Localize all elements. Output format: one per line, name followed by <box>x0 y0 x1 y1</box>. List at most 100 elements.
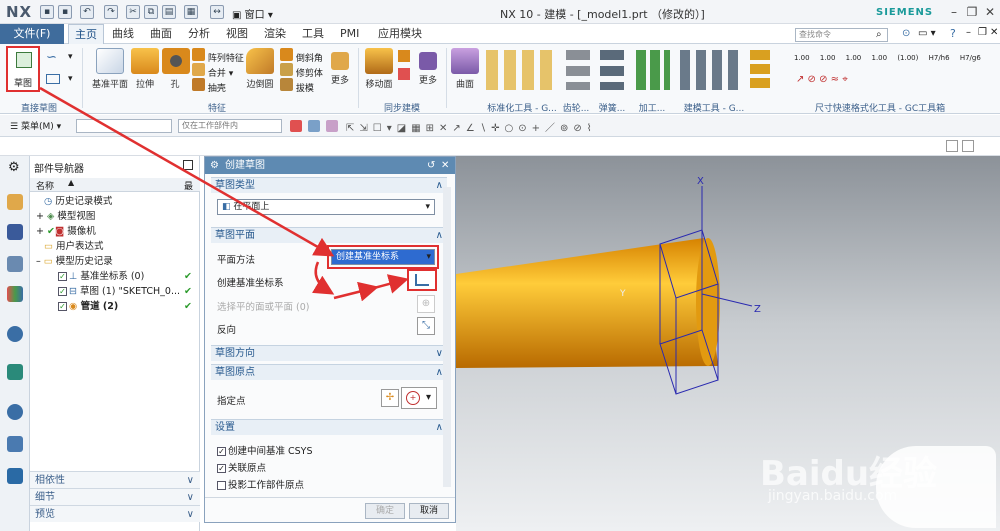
undo-icon[interactable]: ↶ <box>80 5 94 19</box>
section-settings[interactable]: 设置 ∧ <box>211 419 447 435</box>
tree-item-datum-csys[interactable]: ✓ ⊥ 基准坐标系 (0) ✔ <box>34 269 200 284</box>
type-filter-select[interactable] <box>76 119 172 133</box>
move-face-button[interactable]: 移动面 <box>362 48 396 90</box>
tree-item-model-history[interactable]: – ▭ 模型历史记录 <box>34 254 200 269</box>
redo-icon[interactable]: ↷ <box>104 5 118 19</box>
unite-button[interactable]: 合并 ▾ <box>192 63 244 79</box>
replace-face-icon[interactable] <box>398 50 410 62</box>
toolbar-options-icon[interactable] <box>962 140 974 152</box>
command-search-input[interactable]: 查找命令 <box>795 28 888 42</box>
doc-close-icon[interactable]: ✕ <box>990 27 998 38</box>
help-icon[interactable]: ⊙ <box>902 28 910 39</box>
point-type-select[interactable]: + ▾ <box>401 387 437 409</box>
settings-gear-icon[interactable]: ⚙ <box>8 160 20 175</box>
web-browser-icon[interactable] <box>7 364 23 380</box>
graphics-viewport[interactable]: X Z Y Baidu经验 jingyan.baidu.com <box>456 156 1000 531</box>
toolbar-layout-icon[interactable] <box>946 140 958 152</box>
checkbox-icon[interactable]: ✓ <box>217 447 226 456</box>
shell-button[interactable]: 抽壳 <box>192 78 244 94</box>
reuse-library-icon[interactable] <box>7 286 23 302</box>
setting-associate-origin[interactable]: ✓ 关联原点 <box>217 460 266 474</box>
file-menu-tab[interactable]: 文件(F) <box>0 24 64 44</box>
section-sketch-origin[interactable]: 草图原点 ∧ <box>211 364 447 380</box>
checkbox-icon[interactable]: ✓ <box>217 464 226 473</box>
hd3d-tools-icon[interactable] <box>7 326 23 342</box>
tab-pmi[interactable]: PMI <box>334 24 365 44</box>
dim-format-6[interactable]: H7/h6 <box>929 54 950 62</box>
snap-icon[interactable] <box>326 120 338 132</box>
section-sketch-plane[interactable]: 草图平面 ∧ <box>211 227 447 243</box>
deselect-icon[interactable] <box>308 120 320 132</box>
rectangle-icon[interactable] <box>46 74 60 84</box>
section-sketch-orientation[interactable]: 草图方向 ∨ <box>211 345 447 361</box>
assembly-navigator-icon[interactable] <box>7 194 23 210</box>
dim-format-2[interactable]: 1.00 <box>820 54 836 62</box>
snap-point-icons[interactable]: ⇱⇲☐▾◪▦⊞✕↗∠∖✛○⊙+／⊚⊘⌇ <box>346 119 597 134</box>
setting-create-intermediate-csys[interactable]: ✓ 创建中间基准 CSYS <box>217 443 313 457</box>
history-icon[interactable] <box>7 404 23 420</box>
tab-view[interactable]: 视图 <box>220 24 254 44</box>
tab-tools[interactable]: 工具 <box>296 24 330 44</box>
draft-button[interactable]: 拔模 <box>280 78 323 94</box>
restore-icon[interactable]: ❐ <box>964 4 980 20</box>
trim-body-button[interactable]: 修剪体 <box>280 63 323 79</box>
tree-item-cameras[interactable]: + ✔◙ 摄像机 <box>34 224 200 239</box>
point-dialog-icon[interactable]: ✢ <box>381 389 399 407</box>
paste-icon[interactable]: ▤ <box>162 5 176 19</box>
constraint-navigator-icon[interactable] <box>7 224 23 240</box>
touch-mode-icon[interactable]: ↔ <box>210 5 224 19</box>
edge-blend-button[interactable]: 边倒圆 <box>244 48 276 90</box>
delete-face-icon[interactable] <box>398 68 410 80</box>
column-latest[interactable]: 最 <box>184 179 193 192</box>
setting-project-work-part-origin[interactable]: 投影工作部件原点 <box>217 477 304 491</box>
dialog-scrollbar[interactable] <box>443 187 451 487</box>
modeling-tools-icons[interactable] <box>680 50 740 90</box>
dim-format-4[interactable]: 1.00 <box>871 54 887 62</box>
tab-applications[interactable]: 应用模块 <box>372 24 428 44</box>
repeat-command-icon[interactable]: ▦ <box>184 5 198 19</box>
tube-end-face[interactable] <box>696 238 720 366</box>
sort-ascending-icon[interactable]: ▲ <box>68 178 74 187</box>
info-icon[interactable]: ? <box>950 27 956 40</box>
close-icon[interactable]: ✕ <box>982 4 998 20</box>
checkbox-icon[interactable]: ✓ <box>58 287 67 296</box>
panel-dependencies[interactable]: 相依性 ∨ <box>30 471 200 488</box>
datum-plane-button[interactable]: 基准平面 <box>90 48 130 90</box>
extrude-button[interactable]: 拉伸 <box>130 48 160 90</box>
minimize-icon[interactable]: – <box>946 4 962 20</box>
save-icon[interactable]: ▪ <box>40 5 54 19</box>
tab-surface[interactable]: 曲面 <box>144 24 178 44</box>
spring-tools-icons[interactable] <box>600 50 624 90</box>
tree-item-user-expressions[interactable]: ▭ 用户表达式 <box>34 239 200 254</box>
feature-more-button[interactable]: 更多 <box>326 48 354 86</box>
machining-tools-icons[interactable] <box>636 50 670 90</box>
system-materials-icon[interactable] <box>7 436 23 452</box>
panel-details[interactable]: 细节 ∨ <box>30 488 200 505</box>
sketch-button[interactable]: 草图 <box>6 46 40 92</box>
navigator-pin-icon[interactable] <box>183 160 193 170</box>
doc-restore-icon[interactable]: ❐ <box>978 27 987 38</box>
ribbon-options-icon[interactable]: ▭ ▾ <box>918 28 936 39</box>
dialog-close-icon[interactable]: ✕ <box>441 157 449 174</box>
dimension-clear-icons[interactable]: ↗ ⊘ ⊘ ≈ ⌖ <box>796 74 848 85</box>
dim-format-7[interactable]: H7/g6 <box>960 54 981 62</box>
tube-body[interactable] <box>456 238 718 368</box>
section-sketch-type[interactable]: 草图类型 ∧ <box>211 177 447 193</box>
menu-button[interactable]: ☰ 菜单(M) ▾ <box>10 119 61 132</box>
csys-dialog-button[interactable] <box>407 269 437 291</box>
search-icon[interactable]: ⌕ <box>876 29 882 40</box>
tree-item-model-views[interactable]: + ◈ 模型视图 <box>34 209 200 224</box>
doc-minimize-icon[interactable]: – <box>966 27 971 38</box>
curve-spline-icon[interactable]: ∽ <box>46 50 57 65</box>
window-menu[interactable]: ▣ 窗口 ▾ <box>232 6 273 21</box>
dim-format-5[interactable]: (1.00) <box>897 54 918 62</box>
gear-tools-icons[interactable] <box>566 50 590 90</box>
surface-button[interactable]: 曲面 <box>450 48 480 90</box>
sketch-curve-more-icon[interactable]: ▾ <box>68 74 73 84</box>
dimension-style-icons[interactable] <box>750 50 770 88</box>
tree-item-sketch[interactable]: ✓ ⊟ 草图 (1) "SKETCH_0... ✔ <box>34 284 200 299</box>
process-studio-icon[interactable] <box>7 468 23 484</box>
tab-analysis[interactable]: 分析 <box>182 24 216 44</box>
column-name[interactable]: 名称 <box>36 179 54 192</box>
tree-item-history-mode[interactable]: ◷ 历史记录模式 <box>34 194 200 209</box>
